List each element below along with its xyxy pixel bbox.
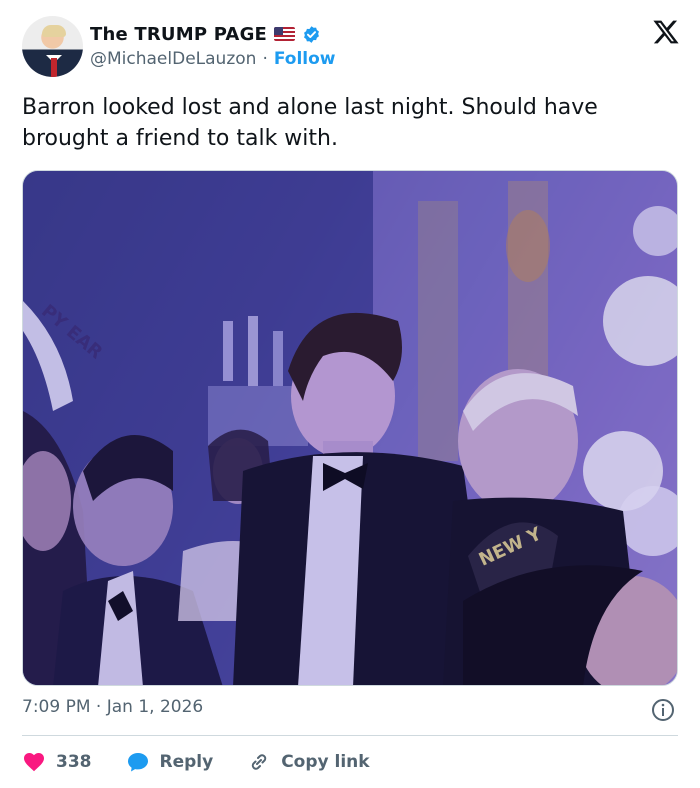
likes-count: 338	[56, 752, 92, 772]
display-name[interactable]: The TRUMP PAGE	[90, 24, 267, 45]
avatar-hair	[42, 25, 66, 37]
timestamp-separator: ·	[95, 697, 102, 717]
us-flag-icon	[274, 27, 296, 41]
follow-button[interactable]: Follow	[274, 49, 336, 69]
handle-row: @MichaelDeLauzon · Follow	[90, 49, 336, 69]
avatar[interactable]	[22, 16, 83, 77]
avatar-tie	[51, 58, 57, 77]
info-icon[interactable]	[651, 698, 675, 722]
x-logo-icon[interactable]	[652, 18, 680, 46]
reply-button[interactable]: Reply	[126, 750, 214, 774]
verified-badge-icon	[304, 25, 319, 43]
action-bar: 338 Reply Copy link	[22, 748, 404, 776]
heart-icon	[24, 753, 44, 772]
tweet-text: Barron looked lost and alone last night.…	[22, 95, 598, 151]
separator-dot: ·	[262, 49, 268, 69]
divider	[22, 735, 678, 736]
name-row: The TRUMP PAGE	[90, 22, 321, 46]
tweet-photo[interactable]: PY EAR NEW Y	[22, 170, 678, 686]
speech-bubble-icon	[127, 753, 148, 772]
like-button[interactable]: 338	[22, 750, 92, 774]
tweet-date: Jan 1, 2026	[106, 697, 204, 717]
tweet-timestamp[interactable]: 7:09 PM · Jan 1, 2026	[22, 697, 203, 717]
reply-label: Reply	[159, 752, 214, 772]
tweet-time: 7:09 PM	[22, 697, 91, 717]
tweet-header: The TRUMP PAGE @MichaelDeLauzon · Follow	[22, 16, 682, 78]
photo-scene: PY EAR NEW Y	[23, 171, 677, 685]
copy-link-label: Copy link	[281, 752, 370, 772]
user-handle[interactable]: @MichaelDeLauzon	[90, 49, 256, 69]
link-icon	[252, 754, 267, 770]
copy-link-button[interactable]: Copy link	[247, 750, 370, 774]
